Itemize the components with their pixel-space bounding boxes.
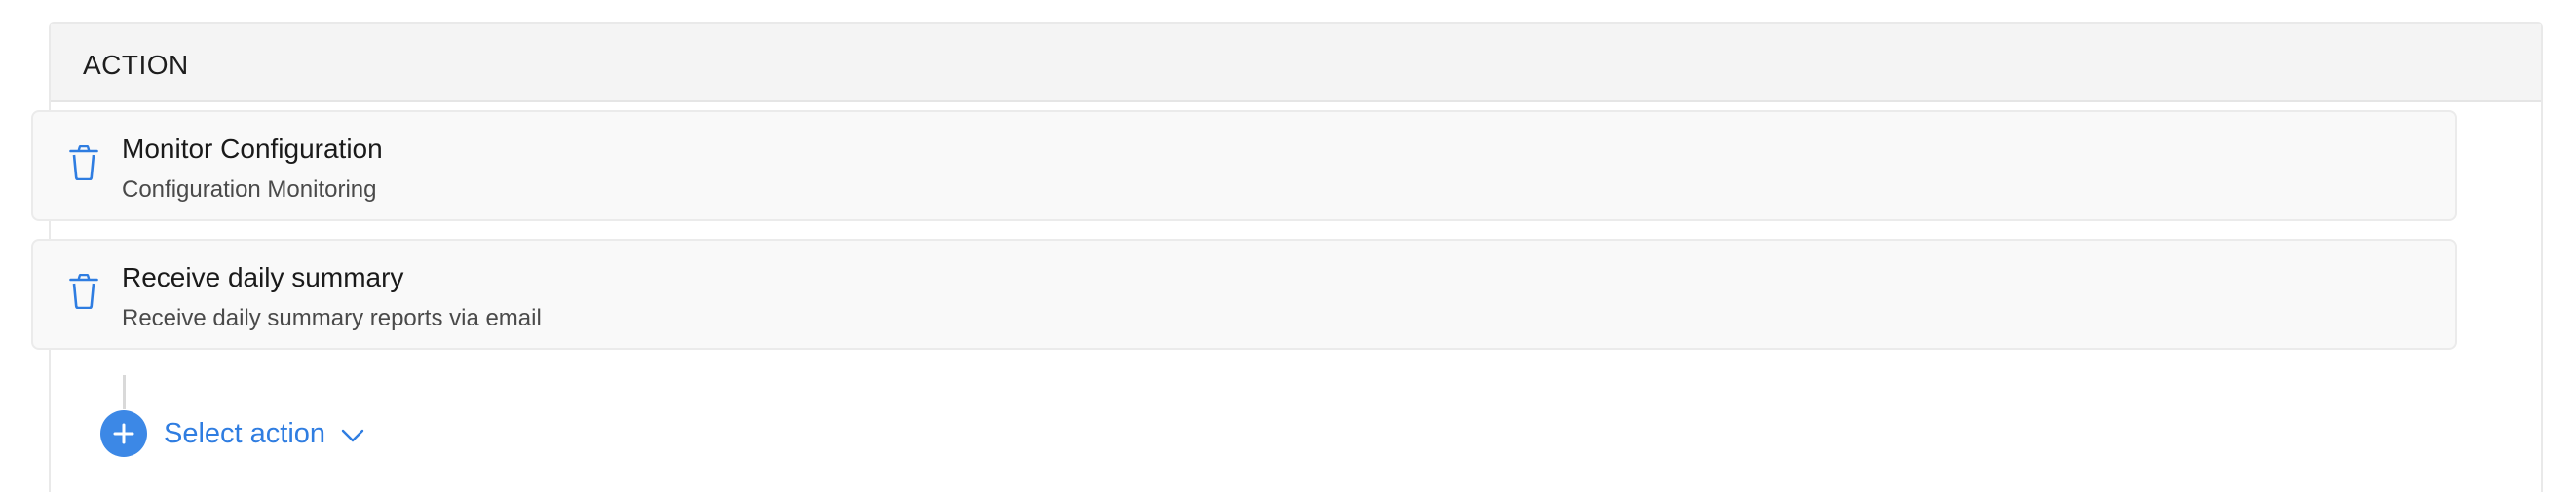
section-title: ACTION <box>83 50 189 80</box>
select-action-label[interactable]: Select action <box>164 418 325 450</box>
plus-circle-icon[interactable] <box>100 410 147 457</box>
action-item: Receive daily summary Receive daily summ… <box>31 239 2457 350</box>
panel-header: ACTION <box>51 24 2541 102</box>
action-title: Monitor Configuration <box>122 134 383 164</box>
action-description: Receive daily summary reports via email <box>122 305 542 331</box>
action-title: Receive daily summary <box>122 262 404 292</box>
action-description: Configuration Monitoring <box>122 176 377 203</box>
flow-connector-line <box>123 375 126 409</box>
chevron-down-icon[interactable] <box>341 428 364 443</box>
plus-icon <box>113 423 134 444</box>
action-item: Monitor Configuration Configuration Moni… <box>31 110 2457 221</box>
delete-action-button[interactable] <box>68 144 99 181</box>
trash-icon <box>69 273 98 310</box>
trash-icon <box>69 144 98 181</box>
delete-action-button[interactable] <box>68 273 99 310</box>
select-action-dropdown[interactable]: Select action <box>100 409 364 458</box>
